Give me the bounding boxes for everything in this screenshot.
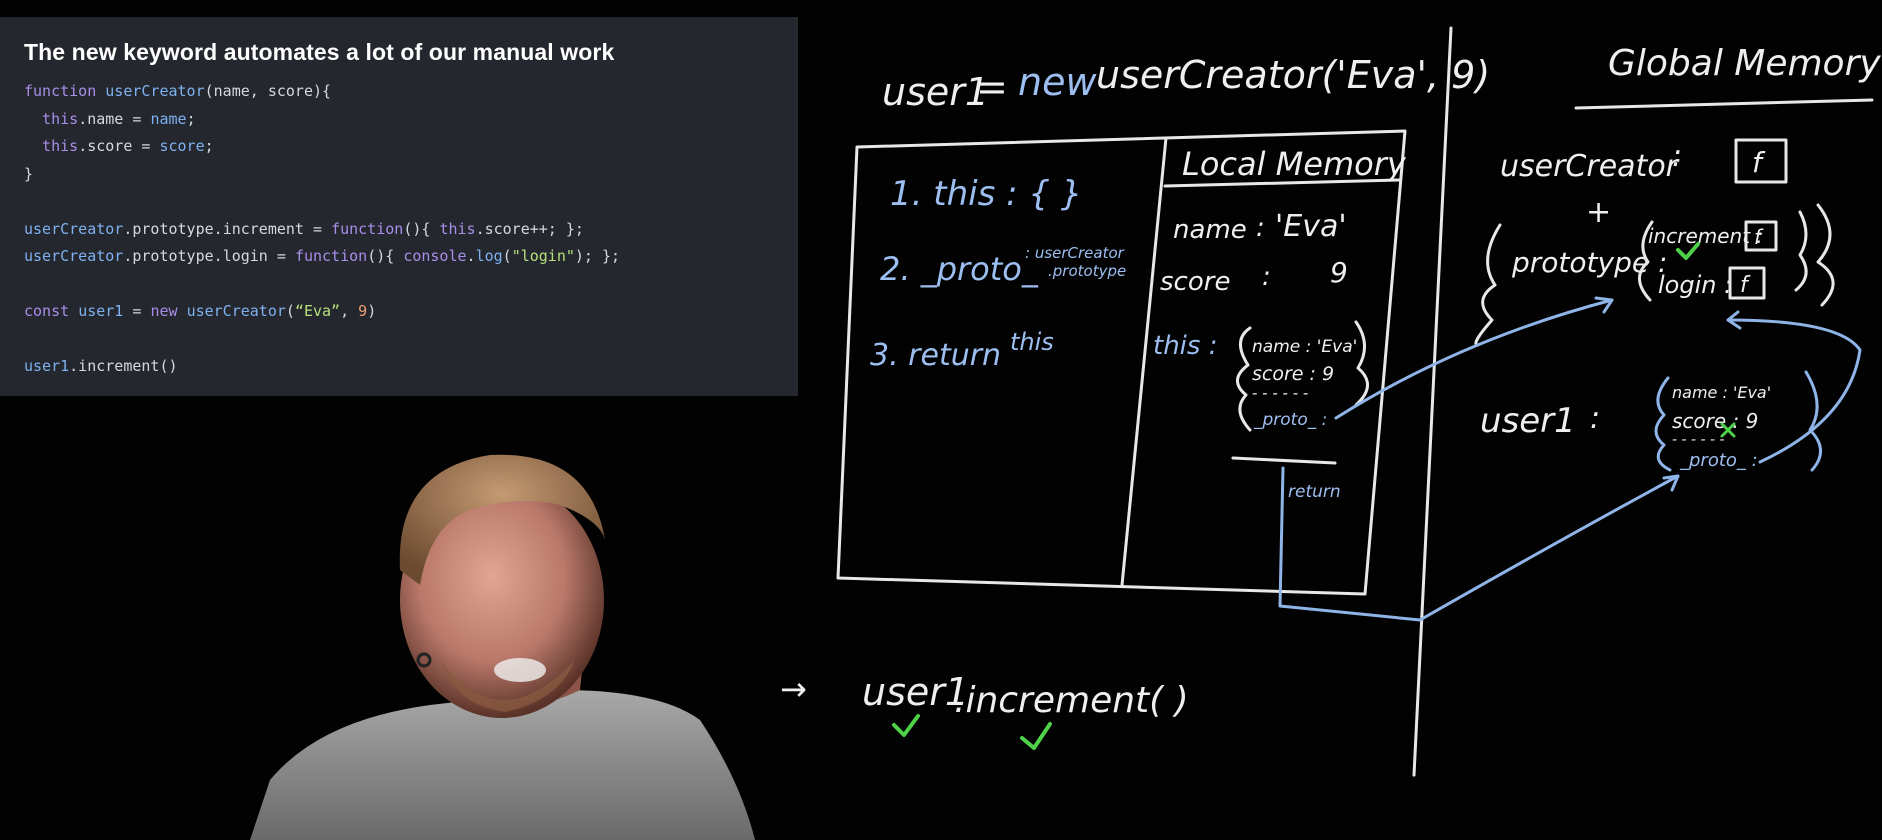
local-this-brace-right (1354, 320, 1369, 407)
global-prototype-outer-brace-right (1816, 203, 1835, 307)
local-memory-title: Local Memory (1182, 145, 1407, 183)
local-return-label: return (1288, 482, 1341, 502)
tick-user1 (892, 714, 920, 737)
local-this-obj-score: score : 9 (1252, 363, 1334, 385)
global-memory-divider (1412, 26, 1453, 777)
bottom-arrow: → (780, 670, 807, 708)
global-user-key: user1 (1480, 401, 1576, 441)
global-user-obj-score: score : 9 (1672, 409, 1758, 433)
global-memory-title: Global Memory (1608, 43, 1881, 84)
global-user-sep: : (1590, 401, 1600, 436)
tick-increment (1020, 722, 1052, 750)
local-score-key: score (1160, 267, 1230, 297)
step-3-this: this (1010, 328, 1054, 356)
board-call-rhs: userCreator('Eva', 9) (1096, 53, 1490, 97)
local-name-key: name (1173, 215, 1247, 245)
code-line-3: this.score = score; (24, 137, 214, 155)
code-line-1: function userCreator(name, score){ (24, 82, 332, 100)
global-plus: + (1586, 195, 1611, 230)
step-2-note-b: .prototype (1048, 262, 1126, 280)
local-return-line (1231, 456, 1337, 465)
global-user-obj-proto: _proto_ : (1679, 450, 1758, 471)
local-this-key: this : (1153, 331, 1217, 361)
local-this-obj-proto: _proto_ : (1253, 410, 1327, 430)
code-line-2: this.name = name; (24, 109, 196, 128)
code-line-6: userCreator.prototype.increment = functi… (24, 219, 584, 238)
local-name-val: 'Eva' (1275, 209, 1347, 244)
local-score-val: 9 (1330, 256, 1348, 289)
global-prototype-inner-brace-right (1794, 210, 1808, 292)
step-1: 1. this : { } (890, 174, 1082, 214)
global-user-brace-left (1654, 376, 1672, 472)
board-call-eq: = (976, 65, 1008, 109)
global-user-obj-name: name : 'Eva' (1672, 383, 1771, 402)
board-call-lhs: user1 (882, 70, 989, 114)
code-line-11: user1.increment() (24, 357, 178, 375)
local-score-sep: : (1262, 262, 1271, 292)
local-this-obj-dashes: - - - - - - (1252, 384, 1308, 402)
global-login-key: login : (1658, 271, 1732, 299)
code-line-4: } (24, 164, 34, 183)
global-creator-key: userCreator (1500, 149, 1680, 184)
step-2-note-a: : userCreator (1025, 244, 1125, 262)
global-login-fn: f (1740, 273, 1751, 298)
local-this-brace-left (1236, 326, 1252, 432)
step-2: 2. _proto_ (880, 250, 1039, 288)
code-slide-panel: The new keyword automates a lot of our m… (0, 17, 798, 396)
code-line-7: userCreator.prototype.login = function()… (24, 247, 621, 265)
global-user-obj-dashes: - - - - - - (1672, 432, 1725, 448)
video-frame: user1 = new userCreator('Eva', 9) 1. thi… (0, 0, 1882, 840)
board-call-new: new (1018, 60, 1097, 104)
code-line-9: const user1 = new userCreator(“Eva”, 9) (24, 302, 377, 320)
global-creator-fn: f (1752, 146, 1766, 179)
local-memory-divider (1120, 136, 1168, 587)
local-name-sep: : (1256, 213, 1265, 243)
global-creator-sep: : (1672, 139, 1682, 174)
global-user-brace-right (1804, 370, 1822, 472)
bottom-call-method: .increment( ) (954, 680, 1189, 721)
step-3: 3. return (870, 338, 1001, 373)
global-memory-underline (1574, 98, 1874, 110)
global-prototype-outer-brace-left (1474, 223, 1502, 347)
slide-title: The new keyword automates a lot of our m… (24, 39, 615, 65)
local-this-obj-name: name : 'Eva' (1252, 337, 1357, 357)
bottom-call-obj: user1 (862, 670, 969, 714)
code-block: function userCreator(name, score){ this.… (24, 78, 798, 381)
